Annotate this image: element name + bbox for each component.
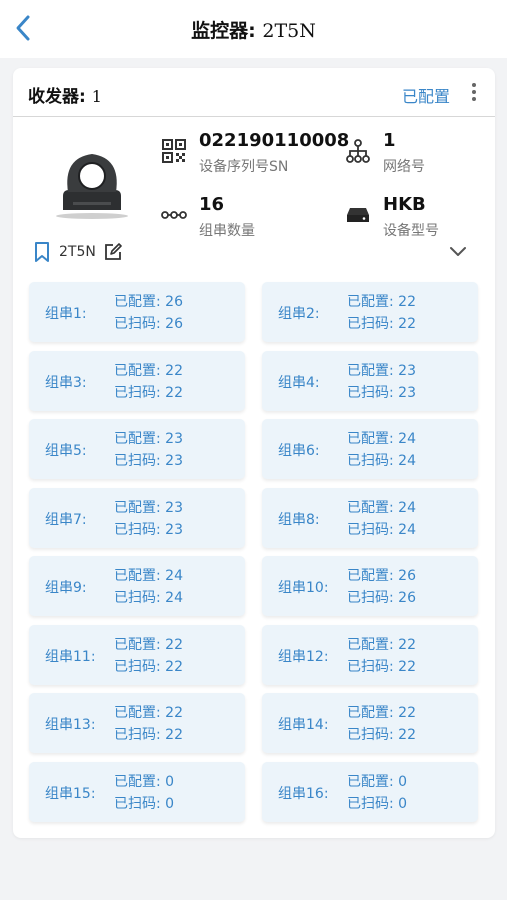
string-configured: 已配置: 0: [347, 774, 408, 790]
network-value: 1: [383, 130, 396, 151]
string-scanned: 已扫码: 0: [114, 796, 175, 812]
string-name: 组串6:: [278, 443, 320, 459]
string-name: 组串16:: [278, 786, 329, 802]
string-name: 组串1:: [45, 306, 87, 322]
string-scanned: 已扫码: 23: [114, 453, 183, 469]
string-name: 组串4:: [278, 375, 320, 391]
string-name: 组串3:: [45, 375, 87, 391]
string-scanned: 已扫码: 22: [114, 385, 183, 401]
string-scanned: 已扫码: 24: [347, 453, 416, 469]
string-name: 组串7:: [45, 512, 87, 528]
string-tile-4[interactable]: 组串4: 已配置: 23 已扫码: 23: [262, 351, 478, 411]
network-label: 网络号: [383, 159, 425, 175]
page-title: 监控器: 2T5N: [0, 16, 507, 43]
more-vertical-icon[interactable]: [467, 81, 481, 103]
string-scanned: 已扫码: 22: [347, 316, 416, 332]
string-tile-11[interactable]: 组串11: 已配置: 22 已扫码: 22: [29, 625, 245, 685]
string-tile-7[interactable]: 组串7: 已配置: 23 已扫码: 23: [29, 488, 245, 548]
string-configured: 已配置: 24: [114, 568, 183, 584]
qr-code-icon: [161, 138, 187, 164]
string-name: 组串9:: [45, 580, 87, 596]
string-scanned: 已扫码: 22: [114, 727, 183, 743]
string-count-value: 16: [199, 194, 225, 215]
string-tile-16[interactable]: 组串16: 已配置: 0 已扫码: 0: [262, 762, 478, 822]
title-value: 2T5N: [262, 20, 316, 42]
title-label: 监控器:: [191, 20, 256, 42]
string-tile-6[interactable]: 组串6: 已配置: 24 已扫码: 24: [262, 419, 478, 479]
string-configured: 已配置: 22: [114, 637, 183, 653]
string-configured: 已配置: 23: [114, 431, 183, 447]
string-tile-14[interactable]: 组串14: 已配置: 22 已扫码: 22: [262, 693, 478, 753]
string-name: 组串14:: [278, 717, 329, 733]
chevron-down-icon[interactable]: [449, 246, 467, 258]
string-scanned: 已扫码: 26: [114, 316, 183, 332]
string-tile-1[interactable]: 组串1: 已配置: 26 已扫码: 26: [29, 282, 245, 342]
receiver-title: 收发器: 1: [28, 82, 102, 107]
string-name: 组串5:: [45, 443, 87, 459]
string-tile-12[interactable]: 组串12: 已配置: 22 已扫码: 22: [262, 625, 478, 685]
tag-name: 2T5N: [59, 244, 96, 260]
string-tile-3[interactable]: 组串3: 已配置: 22 已扫码: 22: [29, 351, 245, 411]
string-chain-icon: [161, 202, 187, 228]
string-scanned: 已扫码: 22: [347, 659, 416, 675]
string-scanned: 已扫码: 23: [114, 522, 183, 538]
string-tile-10[interactable]: 组串10: 已配置: 26 已扫码: 26: [262, 556, 478, 616]
receiver-card-header: 收发器: 1 已配置: [13, 68, 495, 117]
string-scanned: 已扫码: 26: [347, 590, 416, 606]
model-label: 设备型号: [383, 223, 439, 239]
string-count-label: 组串数量: [199, 223, 255, 239]
hard-drive-icon: [345, 202, 371, 228]
string-name: 组串10:: [278, 580, 329, 596]
receiver-card: 收发器: 1 已配置 022190110008 设备序列号SN 1 网络号 16…: [13, 68, 495, 838]
tag-row: 2T5N: [33, 240, 123, 264]
sn-value: 022190110008: [199, 130, 350, 151]
string-configured: 已配置: 0: [114, 774, 175, 790]
string-name: 组串13:: [45, 717, 96, 733]
string-configured: 已配置: 22: [114, 363, 183, 379]
network-tree-icon: [345, 138, 371, 164]
string-configured: 已配置: 22: [347, 637, 416, 653]
string-tile-8[interactable]: 组串8: 已配置: 24 已扫码: 24: [262, 488, 478, 548]
sn-label: 设备序列号SN: [199, 159, 289, 175]
string-name: 组串8:: [278, 512, 320, 528]
receiver-value: 1: [91, 87, 102, 106]
string-scanned: 已扫码: 22: [347, 727, 416, 743]
string-name: 组串2:: [278, 306, 320, 322]
string-tile-2[interactable]: 组串2: 已配置: 22 已扫码: 22: [262, 282, 478, 342]
string-scanned: 已扫码: 0: [347, 796, 408, 812]
string-tile-9[interactable]: 组串9: 已配置: 24 已扫码: 24: [29, 556, 245, 616]
string-scanned: 已扫码: 24: [114, 590, 183, 606]
string-configured: 已配置: 23: [114, 500, 183, 516]
string-configured: 已配置: 24: [347, 500, 416, 516]
string-tile-13[interactable]: 组串13: 已配置: 22 已扫码: 22: [29, 693, 245, 753]
string-configured: 已配置: 22: [347, 294, 416, 310]
string-name: 组串11:: [45, 649, 96, 665]
edit-icon[interactable]: [103, 242, 123, 262]
string-configured: 已配置: 26: [347, 568, 416, 584]
string-scanned: 已扫码: 22: [114, 659, 183, 675]
string-configured: 已配置: 26: [114, 294, 183, 310]
string-scanned: 已扫码: 24: [347, 522, 416, 538]
string-configured: 已配置: 22: [347, 705, 416, 721]
string-configured: 已配置: 23: [347, 363, 416, 379]
configured-status-link[interactable]: 已配置: [402, 83, 450, 107]
bookmark-icon: [35, 242, 49, 262]
string-tile-15[interactable]: 组串15: 已配置: 0 已扫码: 0: [29, 762, 245, 822]
device-image: [56, 154, 128, 219]
model-value: HKB: [383, 194, 426, 215]
top-bar: 监控器: 2T5N: [0, 0, 507, 58]
string-tile-5[interactable]: 组串5: 已配置: 23 已扫码: 23: [29, 419, 245, 479]
string-configured: 已配置: 24: [347, 431, 416, 447]
string-configured: 已配置: 22: [114, 705, 183, 721]
receiver-label: 收发器:: [28, 87, 86, 107]
string-scanned: 已扫码: 23: [347, 385, 416, 401]
string-name: 组串15:: [45, 786, 96, 802]
string-name: 组串12:: [278, 649, 329, 665]
